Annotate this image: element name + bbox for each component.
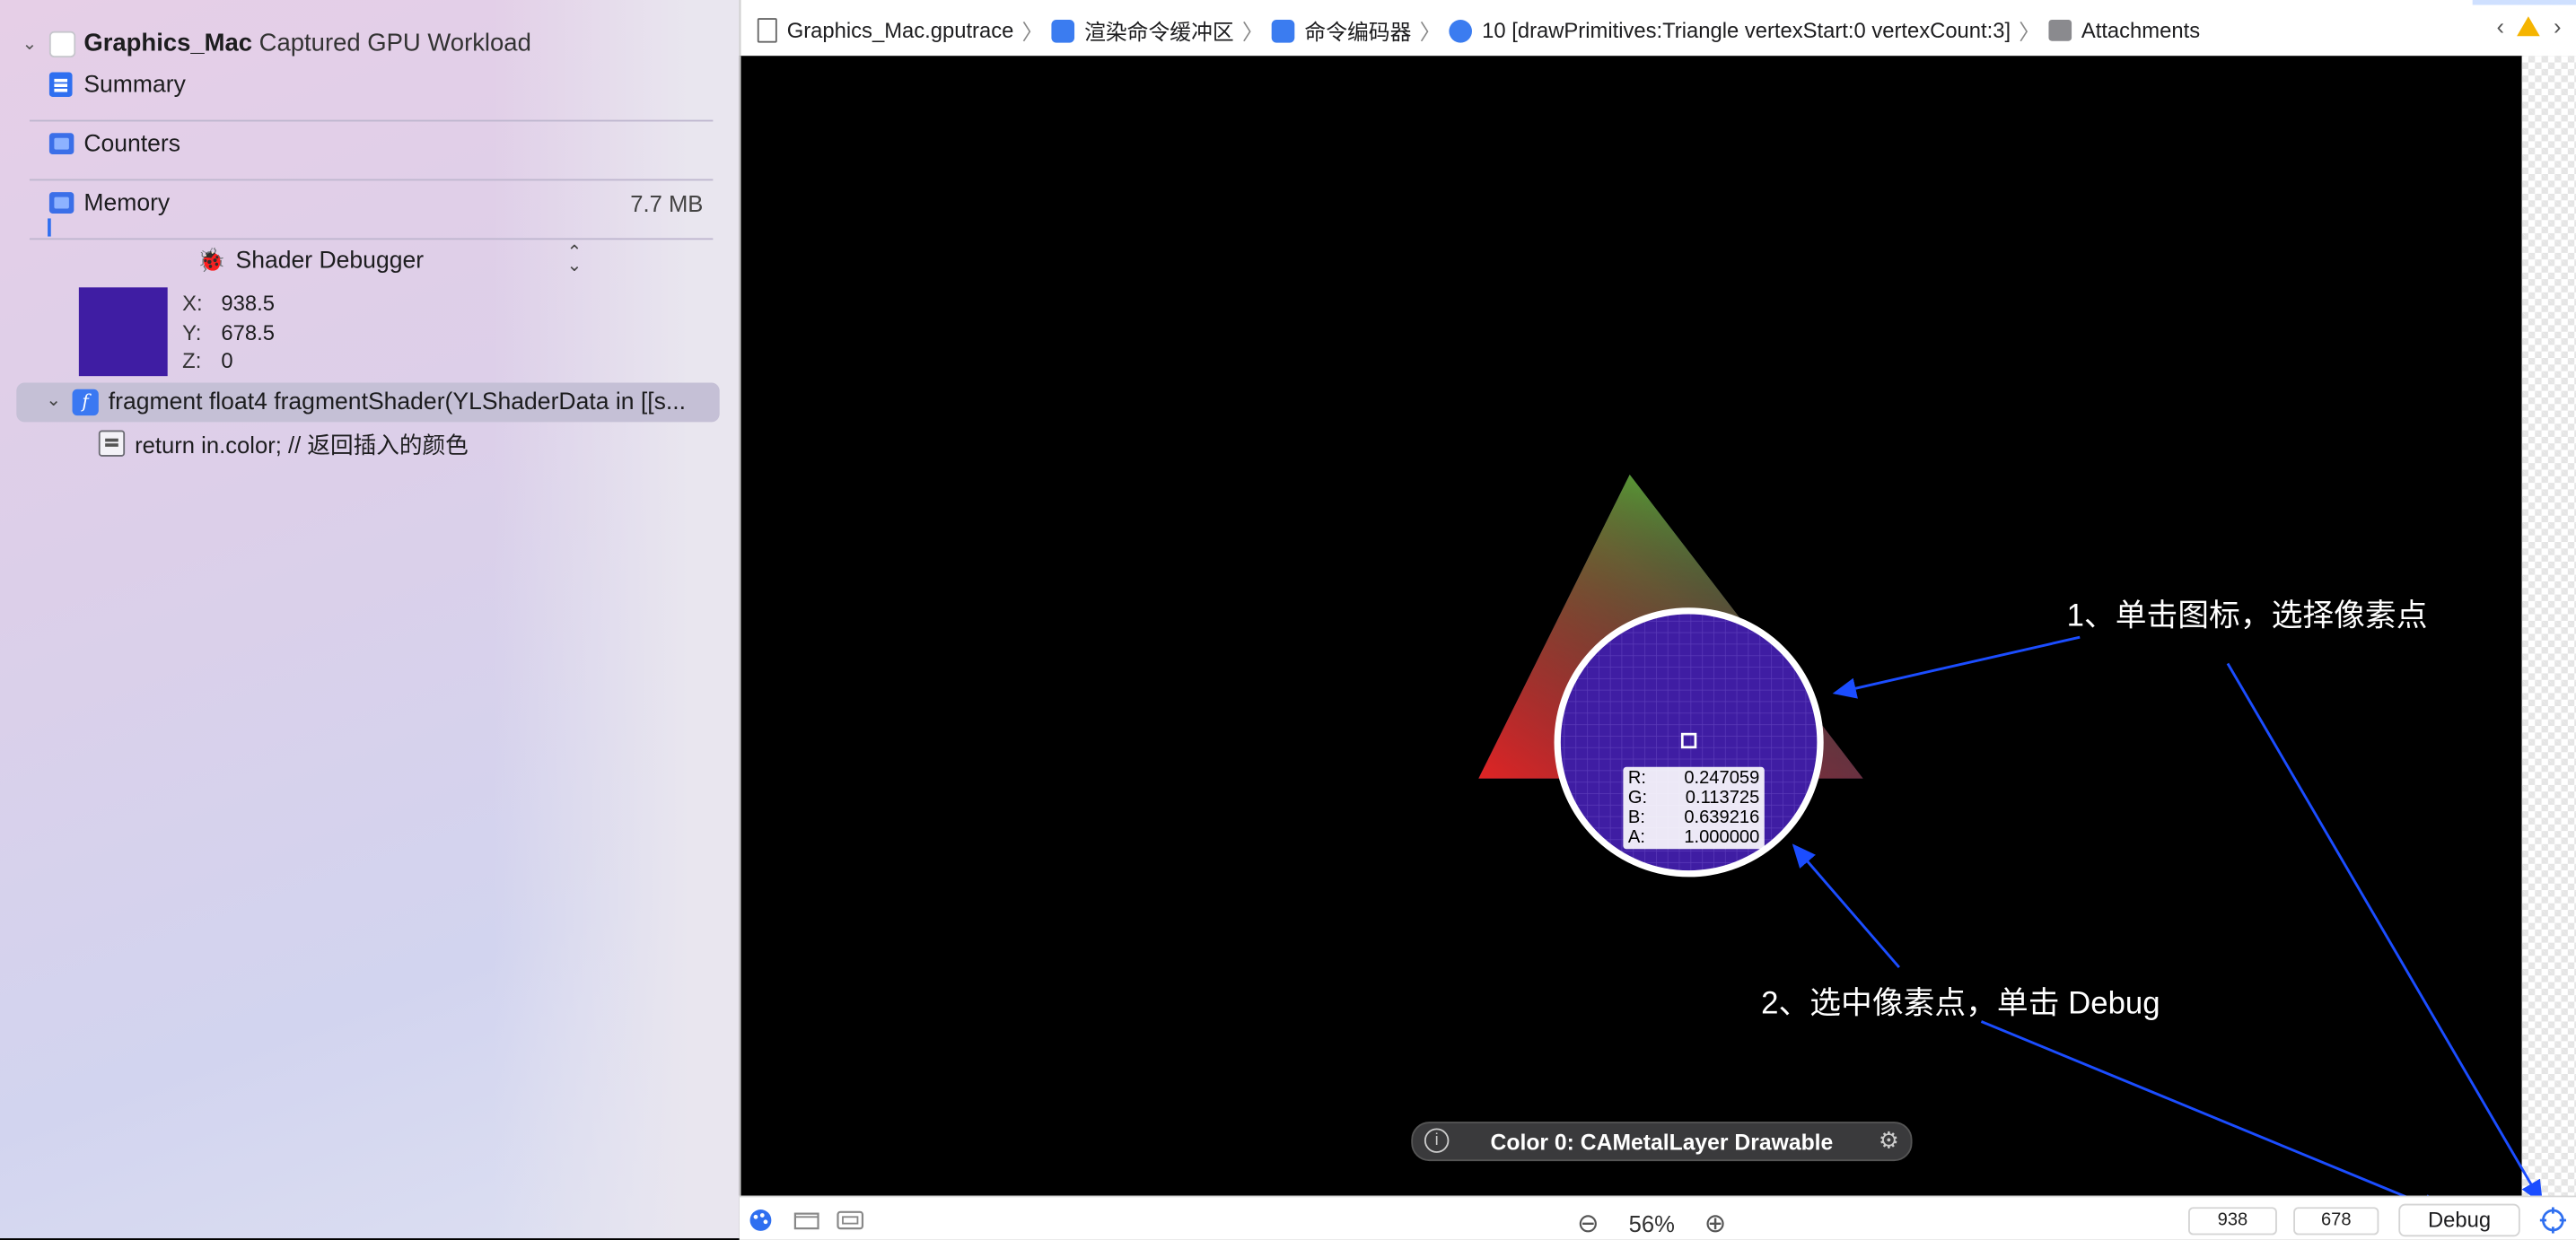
zoom-level: 56% (1628, 1209, 1675, 1237)
pixel-color-swatch (78, 287, 168, 377)
pixel-inspector-target-icon[interactable] (2539, 1207, 2567, 1234)
pixel-coordinates: X: 938.5 Y: 678.5 Z: 0 (182, 290, 275, 373)
sidebar-item-memory[interactable]: Memory (83, 190, 170, 216)
pixel-value-readout: R: 0.247059 G: 0.113725 B: 0.639216 A: 1.000… (1623, 766, 1765, 850)
zoom-controls: ⊖ 56% ⊕ (1577, 1207, 1726, 1240)
zoom-out-icon[interactable]: ⊖ (1577, 1207, 1599, 1240)
memory-size: 7.7 MB (630, 190, 704, 217)
workload-title[interactable]: Graphics_Mac Captured GPU Workload (83, 30, 531, 57)
fragment-function-signature[interactable]: fragment float4 fragmentShader(YLShaderD… (109, 389, 686, 415)
frame-icon[interactable] (837, 1210, 864, 1230)
attachment-label: Color 0: CAMetalLayer Drawable (1490, 1129, 1834, 1154)
statement-icon (98, 430, 126, 457)
memory-usage-bar (48, 218, 51, 237)
zoom-in-icon[interactable]: ⊕ (1704, 1207, 1727, 1240)
sidebar-item-counters[interactable]: Counters (83, 131, 180, 157)
film-strip-icon[interactable] (793, 1210, 819, 1230)
chevron-up-down-icon[interactable]: ⌃ ⌄ (566, 244, 582, 275)
palette-icon[interactable] (748, 1209, 774, 1232)
gear-icon[interactable]: ⚙ (1879, 1127, 1899, 1155)
disclosure-chevron-icon[interactable]: ⌄ (46, 389, 61, 411)
info-icon[interactable]: i (1424, 1128, 1450, 1153)
shader-debugger-selector[interactable]: 🐞 Shader Debugger (197, 247, 424, 275)
function-icon: f (72, 389, 99, 416)
attachment-selector[interactable]: i Color 0: CAMetalLayer Drawable ⚙ (1411, 1122, 1913, 1162)
return-statement[interactable]: return in.color; // 返回插入的颜色 (135, 429, 469, 462)
disclosure-chevron-icon[interactable]: ⌄ (16, 33, 42, 54)
annotation-step-2: 2、选中像素点，单击 Debug (1761, 987, 2160, 1022)
pixel-x-field[interactable]: 938 (2188, 1207, 2277, 1236)
bug-icon: 🐞 (197, 246, 226, 273)
pixel-y-field[interactable]: 678 (2293, 1207, 2379, 1236)
sidebar-item-summary[interactable]: Summary (83, 73, 186, 99)
annotation-step-1: 1、单击图标，选择像素点 (2066, 599, 2428, 634)
debug-button[interactable]: Debug (2398, 1203, 2520, 1237)
shader-debugger-label: Shader Debugger (235, 247, 425, 274)
